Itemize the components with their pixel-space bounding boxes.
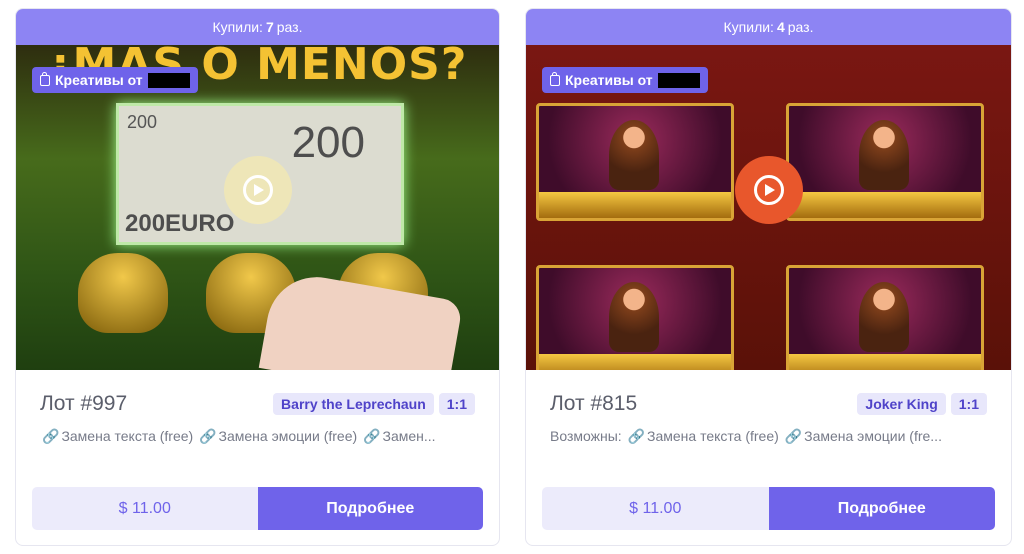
play-button[interactable]	[734, 156, 803, 224]
video-preview[interactable]: ¿MAS O MENOS? 200 200 200EURO Креативы о…	[16, 45, 499, 370]
feature-list: 🔗 Замена текста (free) 🔗 Замена эмоции (fr…	[40, 428, 475, 445]
lot-info: Лот #997 Barry the Leprechaun 1:1 🔗 Замен…	[16, 370, 499, 445]
lot-card[interactable]: Купили: 7 раз. ¿MAS O MENOS? 200 200 200…	[15, 8, 500, 546]
shopping-bag-icon	[40, 71, 50, 86]
lot-info: Лот #815 Joker King 1:1 Возможны: 🔗 Замен…	[526, 370, 1011, 445]
price-button[interactable]: $ 11.00	[542, 487, 769, 530]
tag-label: Креативы от	[565, 72, 653, 88]
play-button[interactable]	[223, 156, 292, 224]
ratio-chip: 1:1	[438, 393, 475, 415]
lot-number: Лот #997	[40, 392, 128, 415]
bought-suffix: раз.	[276, 19, 303, 35]
features-prefix: Возможны:	[550, 428, 622, 444]
feature-item: Замен...	[382, 428, 436, 444]
feature-item: Замена эмоции (fre...	[804, 428, 942, 444]
redacted-author	[657, 72, 700, 88]
bought-label: Купили:	[723, 19, 774, 35]
details-button[interactable]: Подробнее	[768, 487, 995, 530]
feature-list: Возможны: 🔗 Замена текста (free) 🔗 Замена …	[550, 428, 987, 445]
lot-number: Лот #815	[550, 392, 638, 415]
creatives-from-tag: Креативы от	[542, 67, 708, 93]
game-chip: Barry the Leprechaun	[273, 393, 434, 415]
hand-image	[258, 269, 464, 370]
price-button[interactable]: $ 11.00	[32, 487, 258, 530]
tag-label: Креативы от	[55, 72, 143, 88]
bought-label: Купили:	[212, 19, 263, 35]
link-icon: 🔗	[199, 428, 217, 444]
bought-suffix: раз.	[787, 19, 814, 35]
video-preview[interactable]: Креативы от	[526, 45, 1011, 370]
creatives-from-tag: Креативы от	[32, 67, 198, 93]
redacted-author	[147, 72, 190, 88]
play-icon	[753, 175, 784, 205]
joker-panel	[536, 103, 734, 221]
link-icon: 🔗	[363, 428, 381, 444]
shopping-bag-icon	[550, 71, 560, 86]
joker-panel	[786, 265, 984, 370]
feature-item: Замена текста (free)	[61, 428, 194, 444]
banknote-small-value: 200	[127, 112, 158, 132]
buy-bar: $ 11.00 Подробнее	[32, 487, 483, 530]
bought-count: 4	[776, 19, 785, 35]
bought-count: 7	[265, 19, 274, 35]
lot-card[interactable]: Купили: 4 раз. Креативы от Лот #815 Joke…	[525, 8, 1012, 546]
banknote-big-value: 200	[291, 118, 365, 167]
feature-item: Замена текста (free)	[647, 428, 779, 444]
purchase-count-banner: Купили: 4 раз.	[526, 9, 1011, 45]
play-icon	[242, 175, 273, 205]
joker-panel	[536, 265, 734, 370]
buy-bar: $ 11.00 Подробнее	[542, 487, 995, 530]
link-icon: 🔗	[627, 428, 646, 444]
gold-pot-image	[78, 253, 168, 333]
details-button[interactable]: Подробнее	[257, 487, 483, 530]
link-icon: 🔗	[784, 428, 803, 444]
banknote-bottom-value: 200EURO	[125, 210, 235, 237]
purchase-count-banner: Купили: 7 раз.	[16, 9, 499, 45]
feature-item: Замена эмоции (free)	[218, 428, 358, 444]
joker-panel	[786, 103, 984, 221]
ratio-chip: 1:1	[950, 393, 987, 415]
link-icon: 🔗	[42, 428, 60, 444]
game-chip: Joker King	[857, 393, 946, 415]
